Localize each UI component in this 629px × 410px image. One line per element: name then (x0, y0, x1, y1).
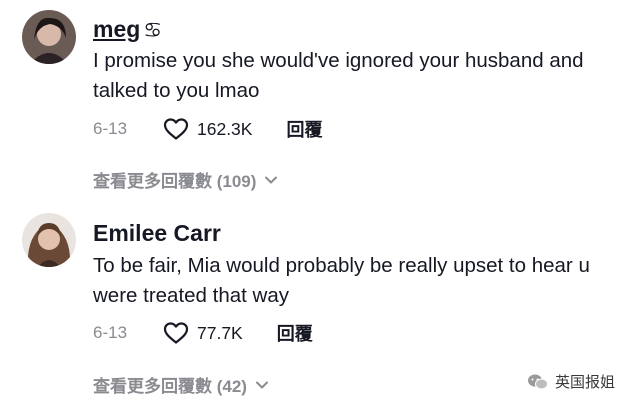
like-button[interactable]: 162.3K (163, 117, 252, 141)
like-button[interactable]: 77.7K (163, 321, 243, 345)
watermark: 英国报姐 (527, 371, 615, 392)
avatar[interactable] (22, 10, 76, 64)
comment-meta: 6-13 162.3K 回覆 (93, 116, 322, 142)
view-more-replies-label: 查看更多回覆數 (42) (93, 377, 247, 396)
comment-date: 6-13 (93, 323, 128, 342)
view-more-replies-button[interactable]: 查看更多回覆數 (42) (93, 372, 269, 397)
watermark-text: 英国报姐 (554, 374, 615, 391)
view-more-replies-button[interactable]: 查看更多回覆數 (109) (93, 167, 278, 192)
comment-text: I promise you she would've ignored your … (93, 49, 584, 102)
heart-icon (163, 322, 189, 344)
comment-meta: 6-13 77.7K 回覆 (93, 320, 313, 346)
reply-button[interactable]: 回覆 (277, 320, 313, 346)
zodiac-symbol-icon: ♋︎ (143, 19, 163, 42)
comment-date: 6-13 (93, 119, 128, 138)
wechat-icon (527, 374, 548, 389)
like-count: 162.3K (197, 118, 253, 139)
chevron-down-icon (255, 381, 268, 388)
heart-icon (163, 118, 189, 140)
comment-text: To be fair, Mia would probably be really… (93, 254, 590, 307)
avatar[interactable] (22, 213, 76, 267)
chevron-down-icon (265, 176, 278, 183)
like-count: 77.7K (197, 322, 243, 343)
comment-username[interactable]: Emilee Carr (93, 220, 221, 247)
view-more-replies-label: 查看更多回覆數 (109) (93, 172, 257, 191)
reply-button[interactable]: 回覆 (286, 116, 322, 142)
comment-username[interactable]: meg ♋︎ (93, 16, 162, 43)
